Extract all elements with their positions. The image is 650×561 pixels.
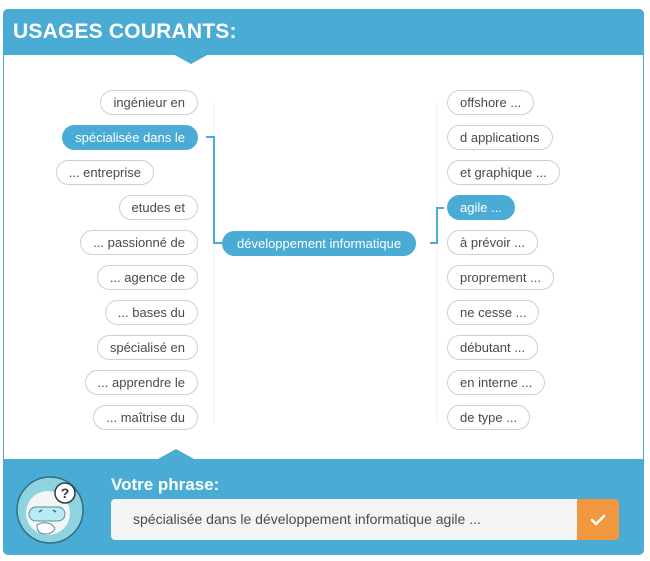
usages-panel: USAGES COURANTS: ingénieur en spécialisé…	[3, 9, 644, 555]
node-label: etudes et	[131, 200, 186, 215]
footer-bar: ? Votre phrase: spécialisée dans le déve…	[3, 449, 644, 555]
left-active-connector	[206, 136, 222, 244]
robot-question-icon: ?	[16, 476, 84, 544]
node-label: spécialisé en	[109, 340, 185, 355]
right-node-8[interactable]: en interne ...	[447, 370, 546, 395]
header-bar: USAGES COURANTS:	[3, 9, 644, 64]
validate-button[interactable]	[577, 499, 619, 540]
right-node-3[interactable]: agile ...	[447, 195, 515, 220]
left-node-0[interactable]: ingénieur en	[100, 90, 198, 115]
left-node-4[interactable]: ... passionné de	[80, 230, 198, 255]
right-node-6[interactable]: ne cesse ...	[447, 300, 540, 325]
left-node-9[interactable]: ... maîtrise du	[93, 405, 198, 430]
node-label: en interne ...	[460, 375, 533, 390]
node-label: ... bases du	[117, 305, 185, 320]
right-node-7[interactable]: débutant ...	[447, 335, 539, 360]
right-node-1[interactable]: d applications	[447, 125, 553, 150]
phrase-input[interactable]: spécialisée dans le développement inform…	[111, 499, 577, 540]
right-node-2[interactable]: et graphique ...	[447, 160, 560, 185]
center-node-label: développement informatique	[237, 236, 402, 251]
check-icon	[590, 514, 606, 525]
node-label: proprement ...	[460, 270, 541, 285]
node-label: ... entreprise	[68, 165, 141, 180]
node-label: spécialisée dans le	[75, 130, 185, 145]
node-label: offshore ...	[460, 95, 522, 110]
node-label: d applications	[460, 130, 540, 145]
left-node-7[interactable]: spécialisé en	[96, 335, 198, 360]
left-node-6[interactable]: ... bases du	[104, 300, 198, 325]
node-label: ... passionné de	[93, 235, 185, 250]
center-node[interactable]: développement informatique	[222, 231, 417, 256]
node-label: ingénieur en	[113, 95, 185, 110]
node-label: et graphique ...	[460, 165, 547, 180]
left-node-1[interactable]: spécialisée dans le	[62, 125, 198, 150]
svg-text:?: ?	[61, 485, 70, 501]
right-active-connector	[430, 207, 444, 244]
node-label: ne cesse ...	[460, 305, 527, 320]
node-label: débutant ...	[460, 340, 526, 355]
right-node-9[interactable]: de type ...	[447, 405, 531, 430]
right-node-0[interactable]: offshore ...	[447, 90, 535, 115]
left-node-2[interactable]: ... entreprise	[55, 160, 154, 185]
node-label: de type ...	[460, 410, 518, 425]
left-node-5[interactable]: ... agence de	[96, 265, 198, 290]
footer-notch	[158, 449, 194, 459]
left-node-8[interactable]: ... apprendre le	[84, 370, 198, 395]
node-label: à prévoir ...	[460, 235, 526, 250]
right-node-4[interactable]: à prévoir ...	[447, 230, 539, 255]
node-label: agile ...	[460, 200, 502, 215]
left-node-3[interactable]: etudes et	[118, 195, 198, 220]
header-notch	[173, 54, 209, 64]
right-node-5[interactable]: proprement ...	[447, 265, 554, 290]
node-label: ... agence de	[109, 270, 185, 285]
phrase-label: Votre phrase:	[111, 475, 220, 494]
panel-title: USAGES COURANTS:	[13, 20, 237, 43]
node-label: ... apprendre le	[97, 375, 185, 390]
node-label: ... maîtrise du	[106, 410, 185, 425]
